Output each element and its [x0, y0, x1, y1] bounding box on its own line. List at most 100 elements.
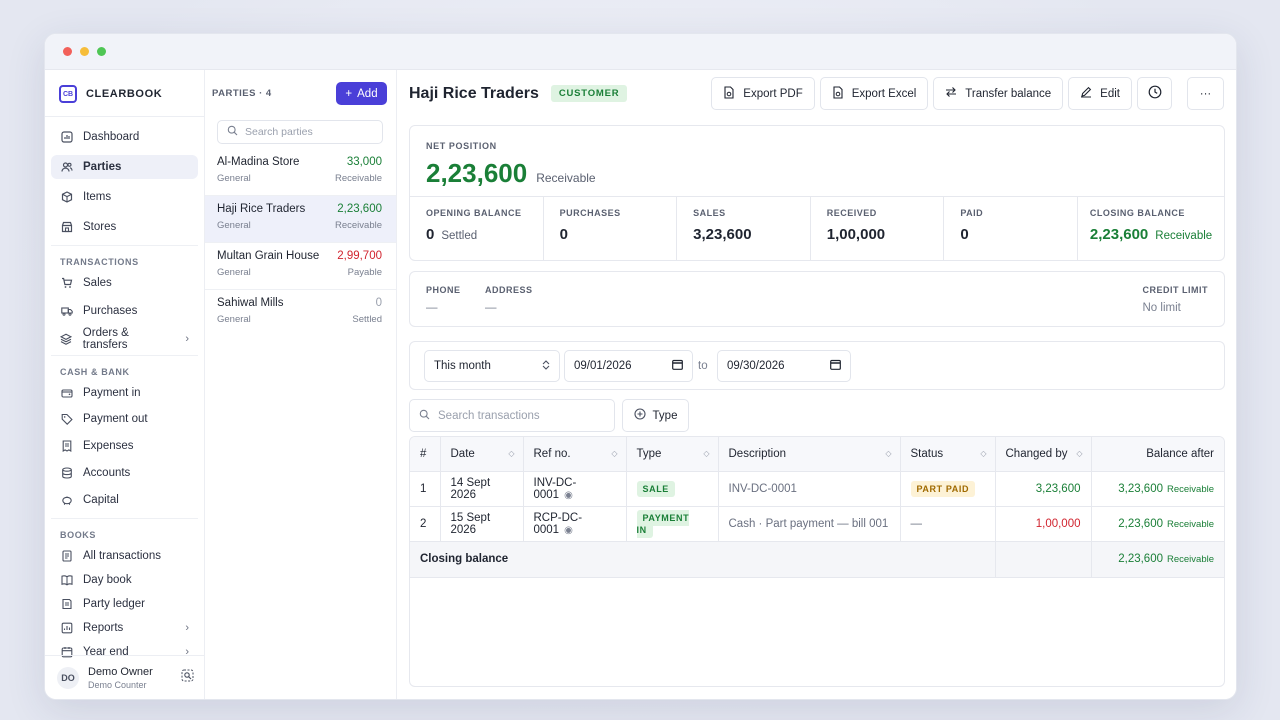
sidebar-item-stores[interactable]: Stores — [51, 215, 198, 239]
row-status: PART PAID — [900, 471, 996, 507]
party-item-sahiwal-mills[interactable]: Sahiwal Mills 0 General Settled — [205, 290, 396, 337]
chevron-right-icon: › — [185, 333, 189, 345]
brand[interactable]: CB CLEARBOOK — [45, 70, 204, 117]
table-row[interactable]: 2 15 Sept 2026 RCP-DC-0001 ◉ PAYMENT IN C… — [410, 506, 1224, 542]
eye-icon[interactable]: ◉ — [564, 490, 573, 501]
status-badge: PART PAID — [910, 480, 976, 497]
stat-paid: PAID 0 — [944, 197, 1078, 260]
party-detail: Haji Rice Traders CUSTOMER Export PDF Ex… — [397, 70, 1236, 699]
stat-label: PURCHASES — [559, 208, 621, 218]
sidebar-item-payment-in[interactable]: Payment in — [51, 381, 198, 405]
sidebar-item-items[interactable]: Items — [51, 185, 198, 209]
transaction-search-input[interactable]: Search transactions — [409, 399, 615, 432]
minimize-window-button[interactable] — [80, 47, 89, 56]
type-filter-button[interactable]: Type — [622, 399, 689, 432]
close-window-button[interactable] — [63, 47, 72, 56]
column-header-label: Type — [636, 447, 662, 460]
party-name: Multan Grain House — [217, 250, 320, 262]
type-badge: SALE — [636, 480, 675, 497]
date-to-input[interactable]: 09/30/2026 — [717, 350, 851, 382]
maximize-window-button[interactable] — [97, 47, 106, 56]
date-from-input[interactable]: 09/01/2026 — [564, 350, 693, 382]
eye-icon[interactable]: ◉ — [564, 525, 573, 536]
sidebar-item-label: Stores — [83, 221, 117, 233]
column-header-status[interactable]: Status ◇ — [900, 437, 996, 472]
sidebar-item-reports[interactable]: Reports › — [51, 616, 198, 640]
closing-note: Receivable — [1167, 554, 1214, 565]
party-name: Haji Rice Traders — [217, 203, 306, 215]
stat-received: RECEIVED 1,00,000 — [811, 197, 945, 260]
sidebar-item-party-ledger[interactable]: Party ledger — [51, 592, 198, 616]
sidebar-item-label: Sales — [83, 277, 112, 289]
transaction-search-placeholder: Search transactions — [438, 409, 540, 422]
export-excel-button[interactable]: Export Excel — [819, 77, 929, 110]
column-header-ref[interactable]: Ref no. ◇ — [523, 437, 627, 472]
user-profile[interactable]: DO Demo Owner Demo Counter — [45, 655, 204, 699]
sidebar-item-label: Parties — [83, 161, 122, 173]
party-item-al-madina[interactable]: Al-Madina Store 33,000 General Receivable — [205, 149, 396, 196]
sidebar-item-dashboard[interactable]: Dashboard — [51, 125, 198, 149]
transfer-balance-button[interactable]: Transfer balance — [933, 77, 1064, 110]
sidebar-item-sales[interactable]: Sales — [51, 271, 198, 295]
sidebar-item-capital[interactable]: Capital — [51, 488, 198, 512]
period-select[interactable]: This month — [424, 350, 560, 382]
column-header-changed-by[interactable]: Changed by ◇ — [995, 437, 1092, 472]
nav-group-books: BOOKS All transactions Day book Party le… — [51, 518, 198, 664]
document-icon — [60, 550, 73, 563]
history-button[interactable] — [1137, 77, 1172, 110]
stat-amount: 3,23,600 — [693, 226, 752, 243]
stat-value: 1,00,000 — [827, 226, 944, 243]
column-header-date[interactable]: Date ◇ — [440, 437, 524, 472]
customer-badge: CUSTOMER — [550, 85, 628, 102]
sidebar-item-day-book[interactable]: Day book — [51, 568, 198, 592]
sidebar-item-label: Accounts — [83, 467, 131, 479]
stat-amount: 0 — [426, 226, 435, 243]
type-badge: PAYMENT IN — [636, 509, 690, 538]
layers-icon — [60, 333, 73, 346]
sidebar-item-purchases[interactable]: Purchases — [51, 299, 198, 323]
plus-circle-icon — [633, 408, 646, 423]
sidebar-item-orders-transfers[interactable]: Orders & transfers › — [51, 327, 198, 351]
edit-label: Edit — [1100, 87, 1120, 100]
stat-value: 0 — [960, 226, 1077, 243]
nav-group-transactions: TRANSACTIONS Sales Purchases Orders & tr… — [51, 245, 198, 351]
wallet-icon — [60, 387, 73, 400]
party-group: General — [217, 314, 251, 325]
sidebar-item-all-transactions[interactable]: All transactions — [51, 544, 198, 568]
transfer-arrows-icon — [945, 86, 957, 101]
sidebar-item-label: Purchases — [83, 305, 138, 317]
party-status: Receivable — [335, 173, 382, 184]
party-search-input[interactable]: Search parties — [217, 120, 383, 144]
column-header-number[interactable]: # — [410, 437, 441, 472]
export-pdf-button[interactable]: Export PDF — [711, 77, 815, 110]
row-number: 1 — [410, 471, 441, 507]
switch-counter-icon[interactable] — [181, 669, 194, 687]
user-info: Demo Owner Demo Counter — [88, 666, 153, 690]
sidebar-item-payment-out[interactable]: Payment out — [51, 407, 198, 431]
edit-button[interactable]: Edit — [1068, 77, 1132, 110]
column-header-label: Description — [728, 447, 787, 460]
net-position-label: NET POSITION — [426, 141, 497, 151]
add-party-button[interactable]: + Add — [336, 82, 387, 105]
plus-icon: + — [345, 87, 353, 100]
transfer-balance-label: Transfer balance — [965, 87, 1052, 100]
balance-note: Receivable — [1167, 483, 1214, 495]
party-item-multan-grain[interactable]: Multan Grain House 2,99,700 General Payabl… — [205, 243, 396, 290]
sidebar-item-accounts[interactable]: Accounts — [51, 461, 198, 485]
piggy-bank-icon — [60, 494, 73, 507]
app-window: CB CLEARBOOK Dashboard Parties Items Sto… — [44, 33, 1237, 700]
more-options-button[interactable]: ··· — [1187, 77, 1224, 110]
report-icon — [60, 622, 73, 635]
sidebar-item-parties[interactable]: Parties — [51, 155, 198, 179]
party-group: General — [217, 267, 251, 278]
column-header-balance-after[interactable]: Balance after — [1091, 437, 1224, 472]
table-row[interactable]: 1 14 Sept 2026 INV-DC-0001 ◉ SALE INV-DC-… — [410, 471, 1224, 507]
party-search-placeholder: Search parties — [245, 126, 313, 138]
party-item-haji-rice[interactable]: Haji Rice Traders 2,23,600 General Receiva… — [205, 196, 396, 243]
date-from-value: 09/01/2026 — [574, 360, 632, 372]
sidebar-item-expenses[interactable]: Expenses — [51, 434, 198, 458]
brand-name: CLEARBOOK — [86, 88, 163, 100]
column-header-type[interactable]: Type ◇ — [626, 437, 719, 472]
row-description: Cash · Part payment — bill 001 — [718, 506, 901, 542]
column-header-description[interactable]: Description ◇ — [718, 437, 901, 472]
